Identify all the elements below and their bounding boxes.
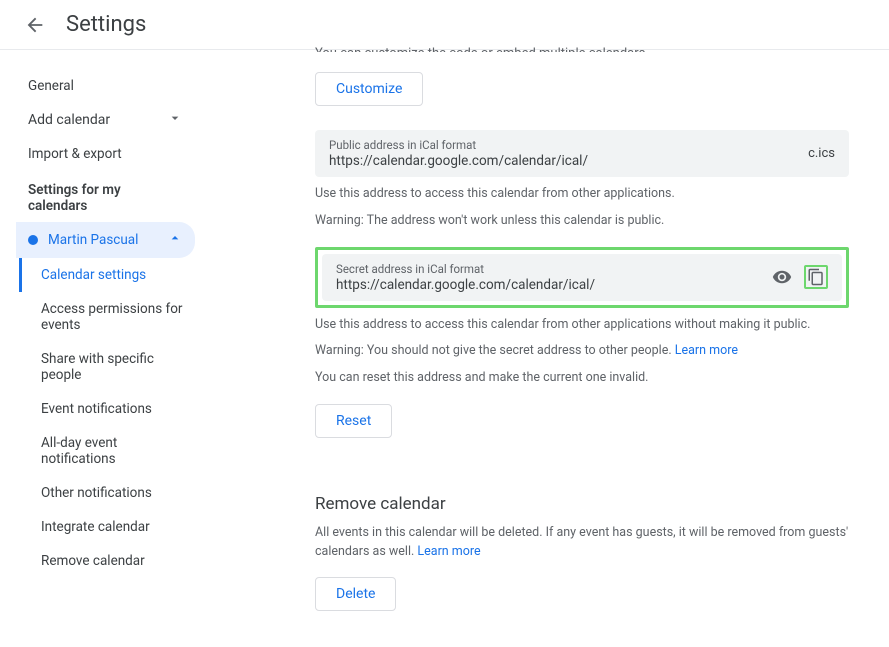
chevron-up-icon <box>167 230 183 250</box>
chevron-down-icon <box>167 110 183 130</box>
subitem-remove-calendar[interactable]: Remove calendar <box>19 544 195 578</box>
back-arrow-icon[interactable] <box>24 14 46 36</box>
public-help-1: Use this address to access this calendar… <box>315 185 849 204</box>
secret-address-value: https://calendar.google.com/calendar/ica… <box>336 277 772 293</box>
sidebar-item-import-export[interactable]: Import & export <box>16 138 195 170</box>
remove-calendar-title: Remove calendar <box>315 494 849 514</box>
visibility-icon[interactable] <box>772 267 792 287</box>
remove-desc-text: All events in this calendar will be dele… <box>315 525 848 559</box>
reset-button[interactable]: Reset <box>315 404 392 438</box>
subitem-access-permissions[interactable]: Access permissions for events <box>19 292 195 342</box>
copy-highlight-box <box>804 265 828 289</box>
secret-address-box: Secret address in iCal format https://ca… <box>322 254 842 301</box>
calendar-owner-name: Martin Pascual <box>48 232 138 248</box>
learn-more-link-secret[interactable]: Learn more <box>675 343 738 358</box>
main-content: You can customize the code or embed mult… <box>195 50 889 647</box>
subitem-share[interactable]: Share with specific people <box>19 342 195 392</box>
page-title: Settings <box>66 12 146 37</box>
public-address-suffix: c.ics <box>808 146 835 161</box>
subitem-other-notifications[interactable]: Other notifications <box>19 476 195 510</box>
subitem-event-notifications[interactable]: Event notifications <box>19 392 195 426</box>
copy-icon[interactable] <box>807 268 825 286</box>
subitem-calendar-settings[interactable]: Calendar settings <box>19 258 195 292</box>
calendar-color-dot <box>28 235 38 245</box>
secret-help-1: Use this address to access this calendar… <box>315 316 849 335</box>
secret-help-3: You can reset this address and make the … <box>315 369 849 388</box>
delete-button[interactable]: Delete <box>315 577 396 611</box>
sidebar-item-label: Add calendar <box>28 112 110 128</box>
secret-help-2: Warning: You should not give the secret … <box>315 342 849 361</box>
sidebar-group-header: Settings for my calendars <box>16 170 195 222</box>
public-help-2: Warning: The address won't work unless t… <box>315 212 849 231</box>
subitem-integrate-calendar[interactable]: Integrate calendar <box>19 510 195 544</box>
secret-address-highlight: Secret address in iCal format https://ca… <box>315 247 849 308</box>
sidebar: General Add calendar Import & export Set… <box>0 50 195 647</box>
customize-button[interactable]: Customize <box>315 72 423 106</box>
cutoff-text: You can customize the code or embed mult… <box>315 46 849 52</box>
sidebar-calendar-owner[interactable]: Martin Pascual <box>16 222 195 258</box>
public-address-label: Public address in iCal format <box>329 138 808 152</box>
remove-calendar-desc: All events in this calendar will be dele… <box>315 524 849 562</box>
learn-more-link-remove[interactable]: Learn more <box>417 544 480 559</box>
secret-address-label: Secret address in iCal format <box>336 262 772 276</box>
subitem-allday-notifications[interactable]: All-day event notifications <box>19 426 195 476</box>
public-address-value: https://calendar.google.com/calendar/ica… <box>329 153 808 169</box>
sidebar-item-add-calendar[interactable]: Add calendar <box>16 102 195 138</box>
sidebar-item-general[interactable]: General <box>16 70 195 102</box>
public-address-box: Public address in iCal format https://ca… <box>315 130 849 177</box>
secret-help-2-text: Warning: You should not give the secret … <box>315 343 675 358</box>
